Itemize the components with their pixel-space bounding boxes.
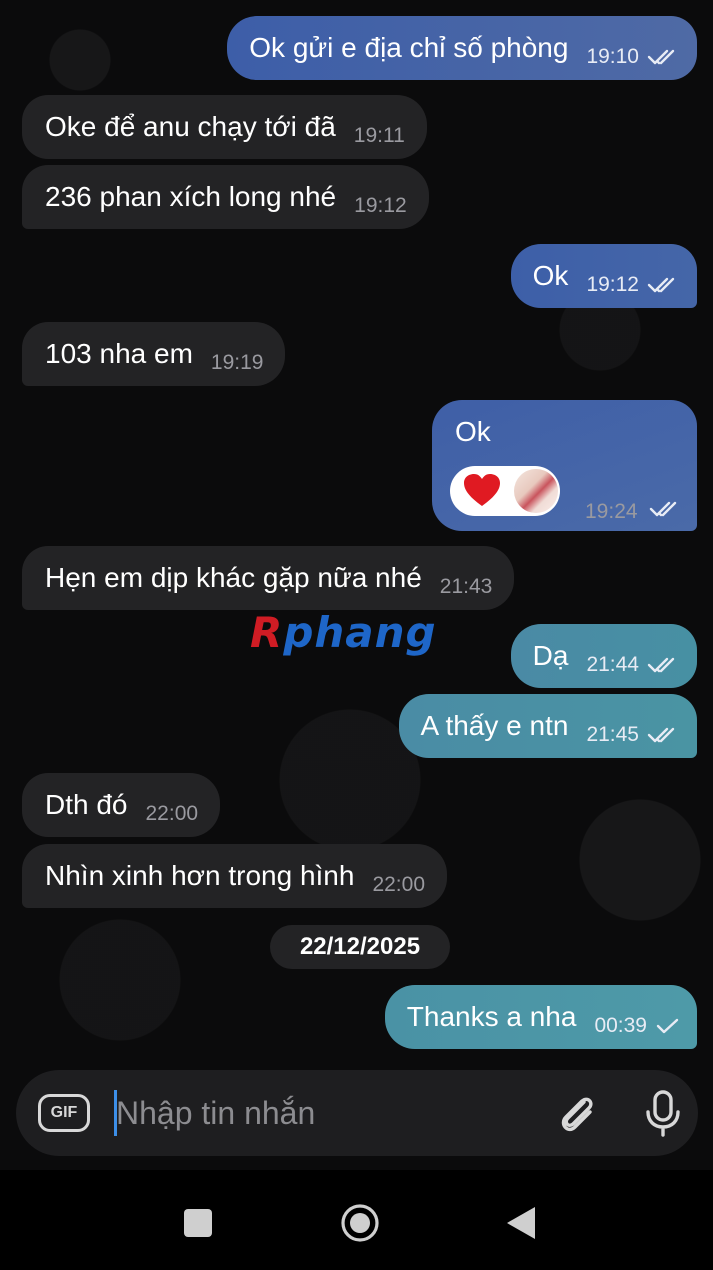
message-bubble-incoming[interactable]: 236 phan xích long nhé 19:12 xyxy=(22,165,429,229)
message-bubble-incoming[interactable]: Hẹn em dịp khác gặp nữa nhé 21:43 xyxy=(22,546,515,610)
message-text: A thấy e ntn xyxy=(420,710,569,741)
message-composer: GIF xyxy=(16,1070,698,1156)
message-text: Dth đó xyxy=(45,789,128,820)
watermark-logo: Rphang xyxy=(250,608,437,657)
gif-button[interactable]: GIF xyxy=(38,1094,90,1132)
message-time: 19:19 xyxy=(210,351,264,374)
message-bubble-outgoing[interactable]: Ok 19:24 xyxy=(432,400,697,531)
system-navigation-bar xyxy=(0,1170,713,1270)
back-triangle-icon[interactable] xyxy=(505,1205,537,1241)
message-time: 19:24 xyxy=(585,500,638,523)
message-time: 19:12 xyxy=(586,273,639,296)
message-text: Ok xyxy=(532,260,569,291)
message-time: 00:39 xyxy=(594,1014,647,1037)
message-bubble-outgoing[interactable]: Dạ 21:44 xyxy=(510,624,697,688)
message-time: 21:43 xyxy=(439,575,493,598)
message-time: 22:00 xyxy=(372,873,426,896)
single-check-icon xyxy=(655,1018,681,1034)
double-check-icon xyxy=(647,657,681,673)
message-text: Nhìn xinh hơn trong hình xyxy=(45,860,355,891)
attach-button[interactable] xyxy=(554,1090,600,1136)
message-text: 103 nha em xyxy=(45,338,193,369)
reaction-chip[interactable] xyxy=(450,466,560,516)
message-bubble-incoming[interactable]: Oke để anu chạy tới đã 19:11 xyxy=(22,95,427,159)
double-check-icon xyxy=(647,727,681,743)
message-input[interactable] xyxy=(116,1086,536,1140)
message-bubble-incoming[interactable]: Dth đó 22:00 xyxy=(22,773,221,837)
date-separator: 22/12/2025 xyxy=(270,925,450,969)
message-time: 19:11 xyxy=(353,124,405,147)
double-check-icon xyxy=(649,501,683,522)
message-bubble-outgoing[interactable]: A thấy e ntn 21:45 xyxy=(398,694,697,758)
message-list[interactable]: Ok gửi e địa chỉ số phòng 19:10 Oke để a… xyxy=(0,0,713,1060)
message-text: Oke để anu chạy tới đã xyxy=(45,111,336,142)
microphone-icon xyxy=(646,1090,680,1137)
message-time: 21:45 xyxy=(586,723,639,746)
message-bubble-outgoing[interactable]: Ok gửi e địa chỉ số phòng 19:10 xyxy=(227,16,697,80)
message-time: 19:12 xyxy=(354,194,407,217)
message-bubble-outgoing[interactable]: Thanks a nha 00:39 xyxy=(384,985,697,1049)
heart-emoji xyxy=(464,474,500,513)
message-bubble-incoming[interactable]: Nhìn xinh hơn trong hình 22:00 xyxy=(22,844,448,908)
user-reaction-avatar xyxy=(514,469,558,513)
paperclip-icon xyxy=(561,1097,593,1132)
message-time: 21:44 xyxy=(586,653,639,676)
message-time: 22:00 xyxy=(145,802,199,825)
message-text: Dạ xyxy=(532,640,569,671)
message-text: Thanks a nha xyxy=(406,1001,577,1032)
message-text: Hẹn em dịp khác gặp nữa nhé xyxy=(45,562,422,593)
home-circle-icon[interactable] xyxy=(340,1203,380,1243)
message-text: Ok gửi e địa chỉ số phòng xyxy=(249,32,569,63)
message-bubble-incoming[interactable]: 103 nha em 19:19 xyxy=(22,322,286,386)
message-text: Ok xyxy=(455,416,491,447)
double-check-icon xyxy=(647,49,681,65)
recents-square-icon[interactable] xyxy=(184,1209,212,1237)
gif-icon: GIF xyxy=(50,1104,78,1121)
double-check-icon xyxy=(647,277,681,293)
message-time: 19:10 xyxy=(586,45,639,68)
voice-message-button[interactable] xyxy=(638,1088,688,1138)
message-bubble-outgoing[interactable]: Ok 19:12 xyxy=(510,244,697,308)
message-text: 236 phan xích long nhé xyxy=(45,181,337,212)
